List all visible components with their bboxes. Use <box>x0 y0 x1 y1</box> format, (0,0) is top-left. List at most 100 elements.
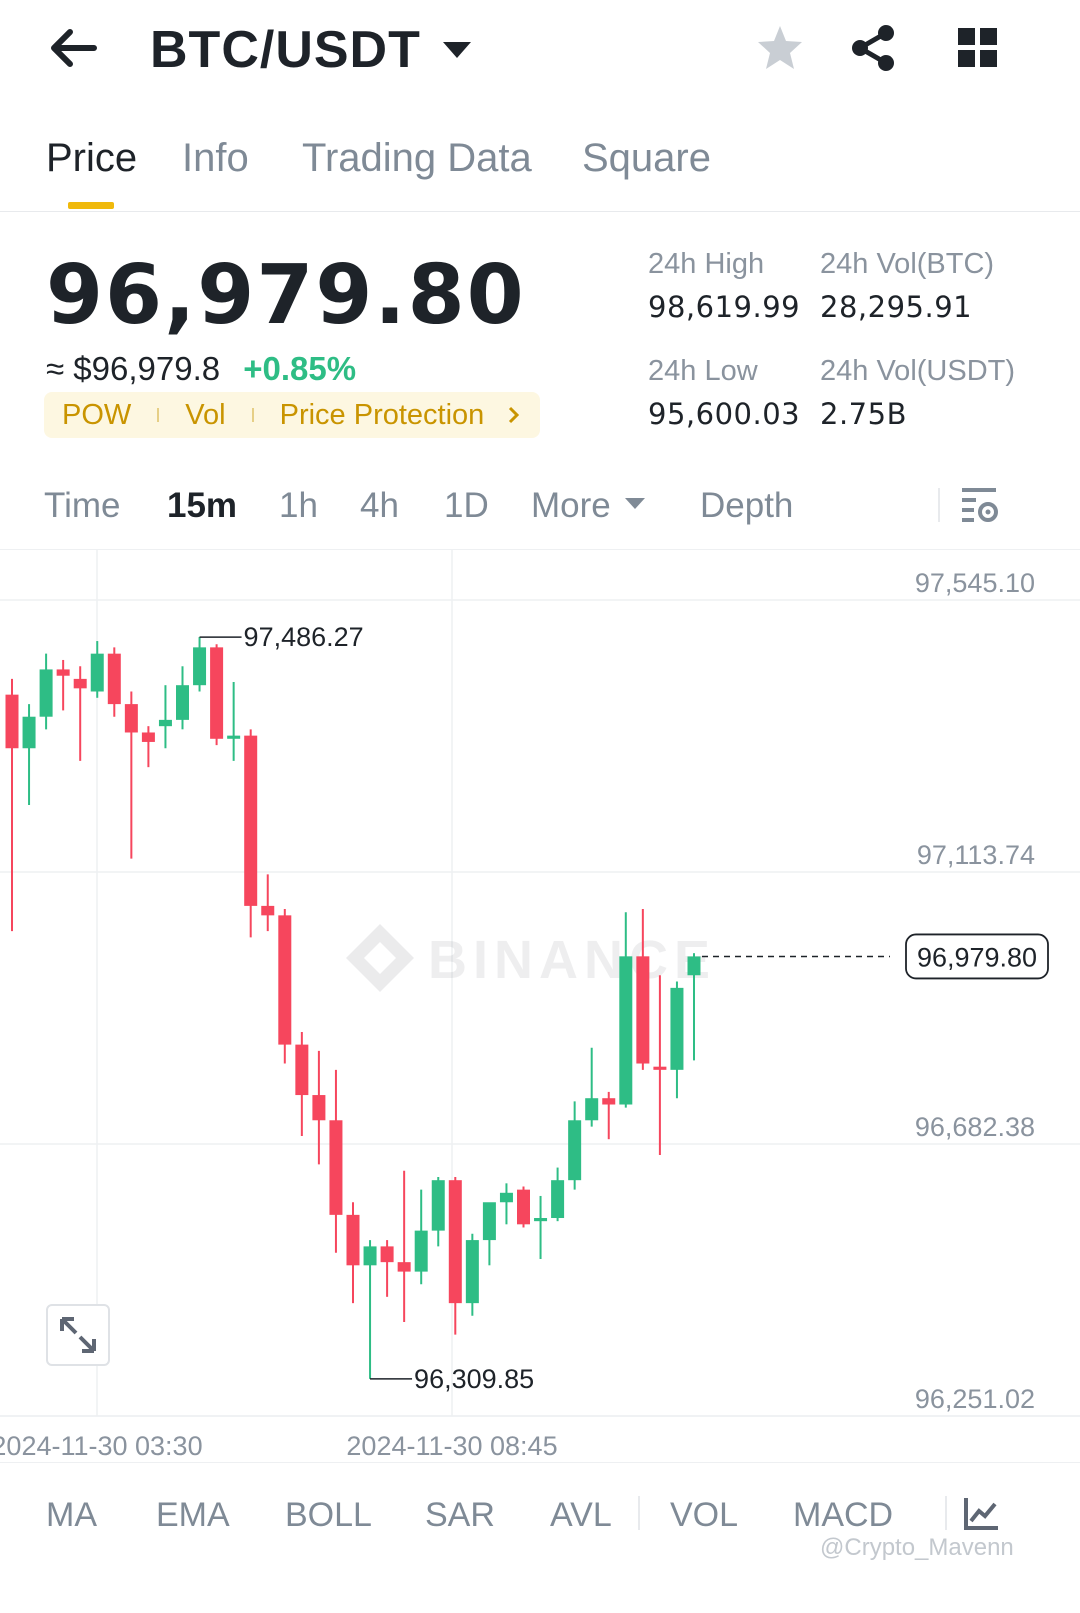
indicator-vol[interactable]: VOL <box>670 1496 738 1535</box>
candle-down <box>448 1177 462 1335</box>
chart-settings-button[interactable] <box>958 484 1002 528</box>
candle-up <box>687 953 701 1061</box>
tag-price-protection: Price Protection <box>279 398 485 431</box>
indicator-sar[interactable]: SAR <box>425 1496 495 1535</box>
candle-body <box>176 685 189 720</box>
candle-body <box>244 735 258 906</box>
candle-body <box>431 1180 445 1231</box>
chart-settings-icon <box>962 488 998 522</box>
indicator-macd[interactable]: MACD <box>793 1496 893 1535</box>
interval-more[interactable]: More <box>531 486 645 526</box>
caret-down-icon <box>624 498 645 510</box>
candle-up <box>90 641 104 698</box>
tab-trading-data[interactable]: Trading Data <box>302 136 532 181</box>
candle-body <box>141 732 155 742</box>
candle-up <box>363 1240 377 1379</box>
candle-body <box>636 956 650 1064</box>
candle-body <box>534 1218 548 1222</box>
candle-body <box>482 1202 496 1241</box>
candle-down <box>346 1202 360 1304</box>
divider <box>938 488 940 522</box>
fiat-price: ≈ $96,979.8 <box>46 350 221 387</box>
candle-body <box>107 653 121 705</box>
interval-1d[interactable]: 1D <box>444 486 489 526</box>
interval-1h[interactable]: 1h <box>279 486 318 526</box>
favorite-button[interactable] <box>752 20 808 76</box>
high-label: 24h High <box>648 248 765 280</box>
tab-price[interactable]: Price <box>46 136 137 181</box>
candle-down <box>397 1170 411 1323</box>
last-price: 96,979.80 <box>46 248 526 343</box>
candle-up <box>568 1101 582 1190</box>
candle-body <box>5 694 19 749</box>
indicator-avl[interactable]: AVL <box>550 1496 612 1535</box>
candle-down <box>380 1240 394 1297</box>
candle-body <box>653 1066 667 1070</box>
tab-info[interactable]: Info <box>182 136 249 181</box>
candle-up <box>499 1183 513 1225</box>
candle-body <box>551 1180 565 1219</box>
back-button[interactable] <box>46 22 102 74</box>
indicator-ma[interactable]: MA <box>46 1496 97 1535</box>
candle-down <box>517 1186 530 1228</box>
candle-body <box>22 716 36 749</box>
candle-body <box>329 1120 343 1215</box>
watermark-credit: @Crypto_Mavenn <box>820 1534 1014 1561</box>
candle-down <box>329 1069 343 1253</box>
pair-selector[interactable]: BTC/USDT <box>150 20 471 80</box>
candle-body <box>517 1189 530 1225</box>
caret-down-icon <box>442 42 471 58</box>
candle-down <box>278 909 292 1064</box>
candle-down <box>210 644 224 746</box>
fullscreen-button[interactable] <box>46 1304 110 1366</box>
price-axis-label: 96,682.38 <box>915 1112 1035 1142</box>
candle-body <box>124 704 138 733</box>
expand-icon <box>60 1317 96 1353</box>
chevron-right-icon <box>509 406 520 424</box>
candle-body <box>90 653 104 692</box>
candlestick-chart[interactable]: BINANCE 97,486.27 96,309.85 96,979.80 97,5… <box>0 550 1080 1462</box>
candle-down <box>602 1091 616 1140</box>
layout-button[interactable] <box>950 20 1006 76</box>
candle-body <box>619 956 633 1105</box>
candle-down <box>653 975 667 1155</box>
interval-depth[interactable]: Depth <box>700 486 793 526</box>
indicator-ema[interactable]: EMA <box>156 1496 230 1535</box>
tag-vol: Vol <box>185 398 226 431</box>
candle-body <box>568 1120 582 1181</box>
interval-15m[interactable]: 15m <box>167 486 237 526</box>
candle-body <box>414 1230 428 1272</box>
interval-more-label: More <box>531 486 611 525</box>
candle-body <box>397 1262 411 1272</box>
price-change-percent: +0.85% <box>243 350 357 387</box>
candle-body <box>602 1098 616 1105</box>
candle-up <box>670 981 684 1099</box>
pair-name: BTC/USDT <box>150 21 421 79</box>
indicator-boll[interactable]: BOLL <box>285 1496 372 1535</box>
candle-body <box>39 669 53 717</box>
candle-body <box>346 1214 360 1266</box>
interval-time[interactable]: Time <box>44 486 120 526</box>
candle-down <box>56 659 70 711</box>
candle-body <box>380 1246 394 1263</box>
divider <box>0 1462 1080 1463</box>
candle-down <box>107 647 121 717</box>
divider <box>0 211 1080 212</box>
tag-separator <box>251 408 254 422</box>
interval-4h[interactable]: 4h <box>360 486 399 526</box>
candle-body <box>670 987 684 1070</box>
svg-text:BINANCE: BINANCE <box>428 930 716 990</box>
indicator-settings-button[interactable] <box>962 1494 1002 1534</box>
price-axis-label: 96,251.02 <box>915 1384 1035 1414</box>
vol-btc-value: 28,295.91 <box>820 290 973 324</box>
vol-btc-label: 24h Vol(BTC) <box>820 248 995 280</box>
tag-bar[interactable]: POW Vol Price Protection <box>44 392 540 438</box>
candle-body <box>210 647 224 739</box>
candle-body <box>193 647 207 686</box>
candle-up <box>431 1177 445 1247</box>
tab-square[interactable]: Square <box>582 136 711 181</box>
candle-body <box>73 678 87 689</box>
vol-usdt-value: 2.75B <box>820 397 907 431</box>
share-button[interactable] <box>846 20 902 76</box>
chart-line-icon <box>964 1498 998 1530</box>
